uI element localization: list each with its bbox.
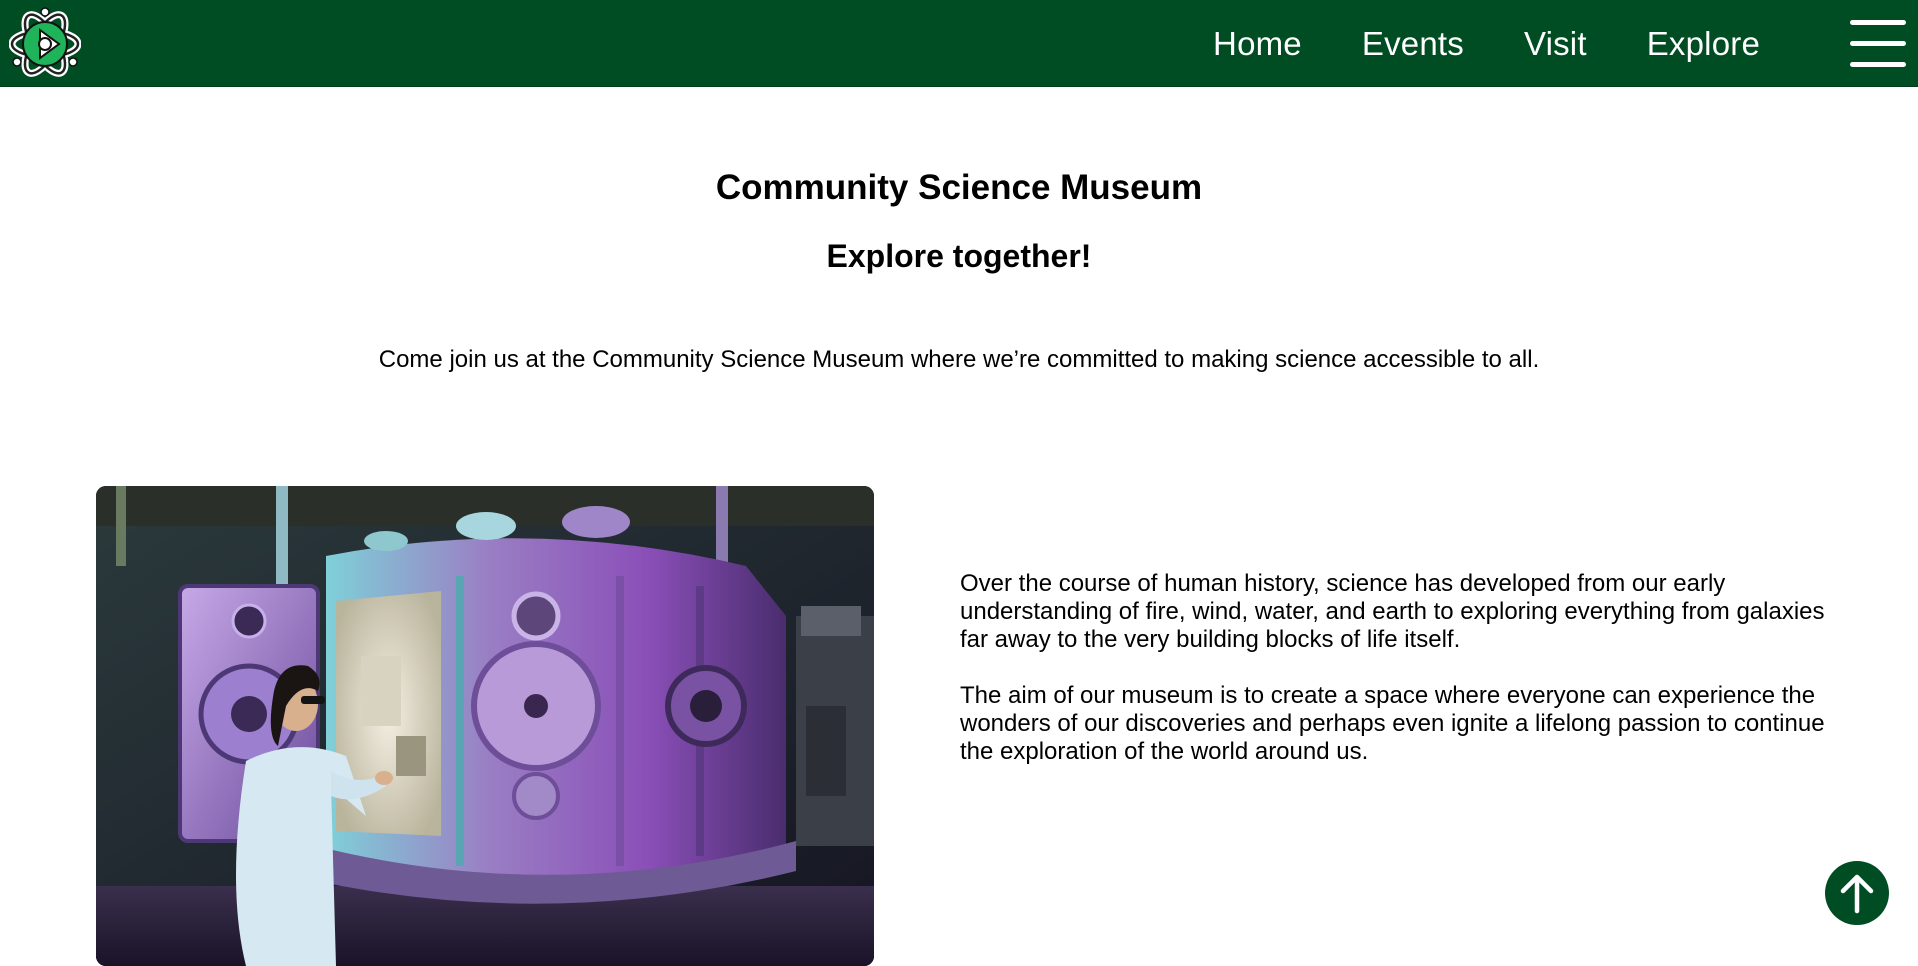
about-section: Over the course of human history, scienc… bbox=[960, 570, 1830, 766]
atom-play-logo-icon[interactable] bbox=[8, 6, 82, 82]
nav-home-link[interactable]: Home bbox=[1213, 25, 1302, 63]
nav-explore-link[interactable]: Explore bbox=[1647, 25, 1760, 63]
hamburger-menu-icon[interactable] bbox=[1850, 20, 1906, 68]
nav-events-link[interactable]: Events bbox=[1362, 25, 1464, 63]
main-nav: Home Events Visit Explore bbox=[1213, 0, 1760, 87]
page-subtitle: Explore together! bbox=[826, 238, 1092, 274]
page-title: Community Science Museum bbox=[715, 168, 1203, 207]
about-paragraph-history: Over the course of human history, scienc… bbox=[960, 570, 1825, 653]
nav-visit-link[interactable]: Visit bbox=[1524, 25, 1587, 63]
scroll-to-top-button[interactable] bbox=[1825, 861, 1889, 925]
about-paragraph-aim: The aim of our museum is to create a spa… bbox=[960, 682, 1825, 765]
intro-text: Come join us at the Community Science Mu… bbox=[378, 346, 1540, 373]
top-navbar: Home Events Visit Explore bbox=[0, 0, 1918, 87]
lab-scientist-photo bbox=[96, 486, 874, 966]
arrow-up-icon bbox=[1840, 874, 1874, 914]
